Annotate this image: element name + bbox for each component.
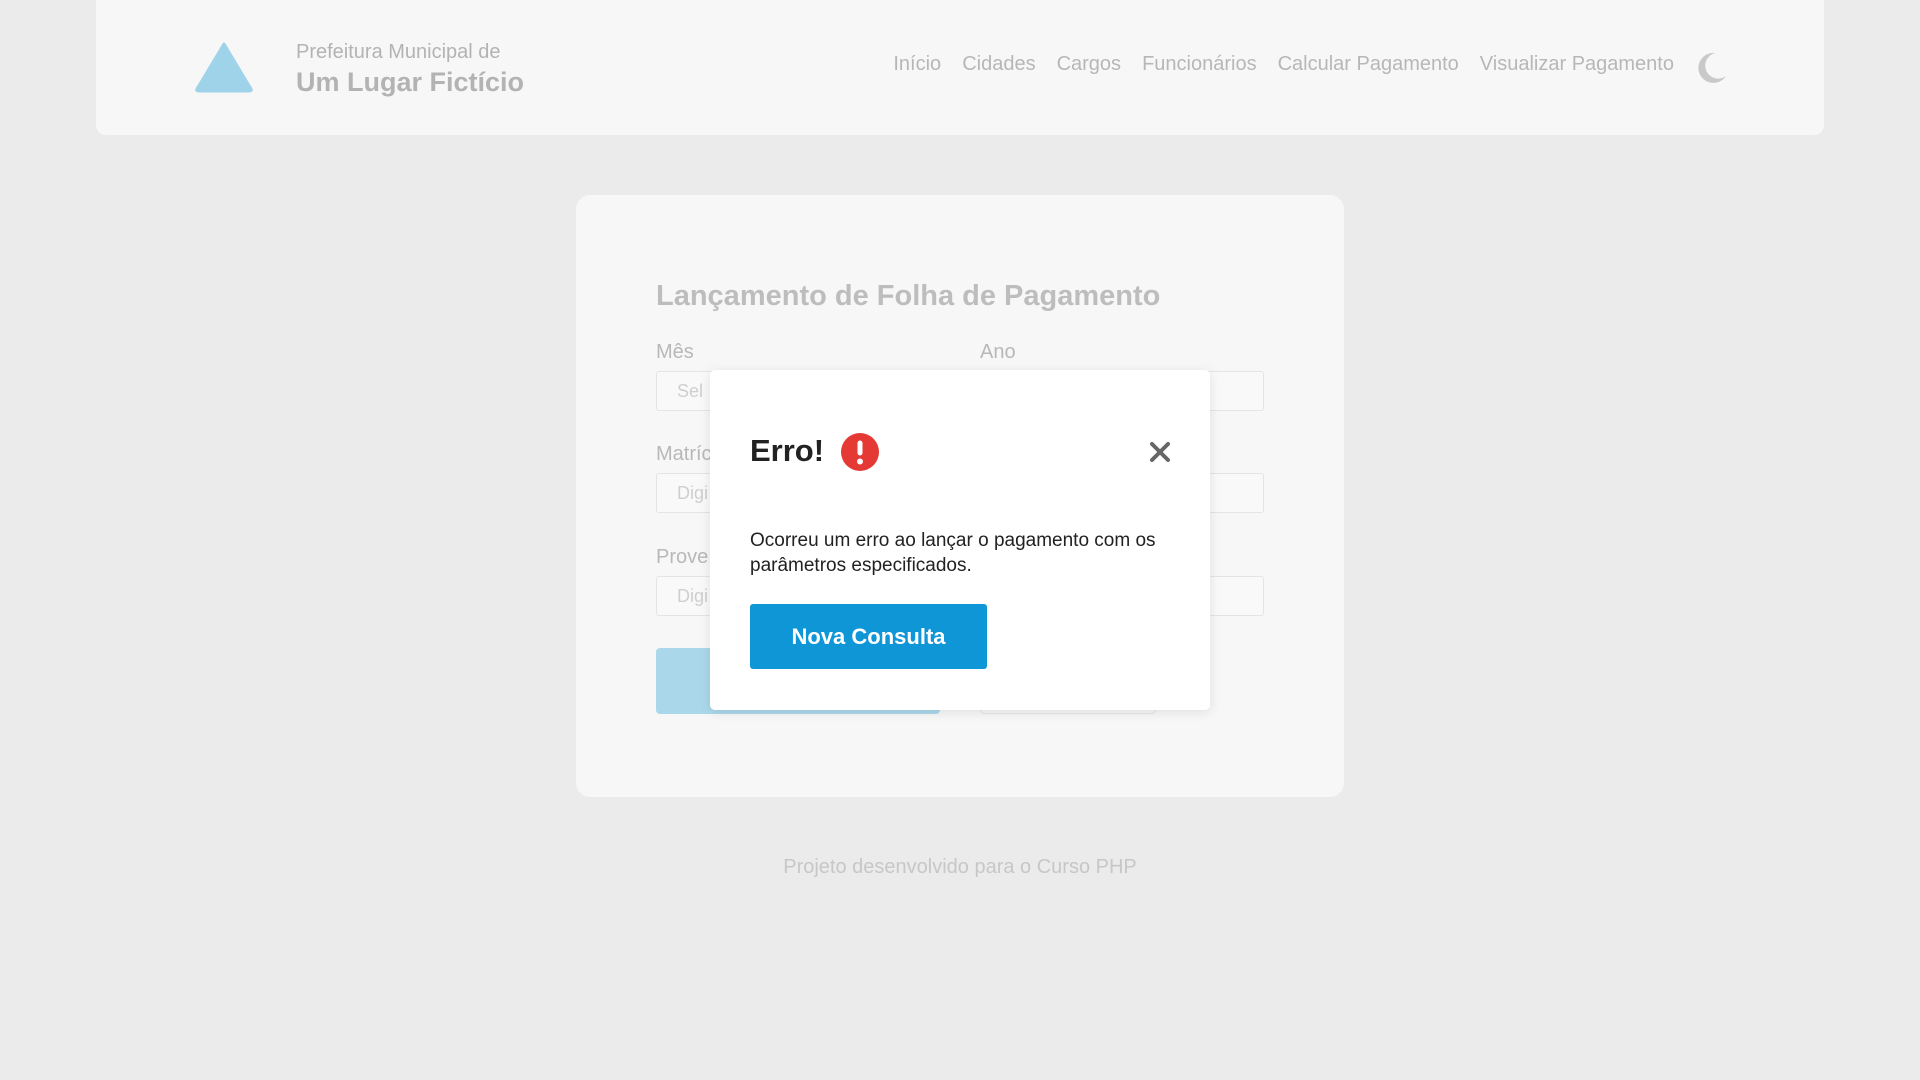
month-label: Mês — [656, 341, 694, 363]
moon-icon[interactable] — [1694, 51, 1728, 85]
error-modal: Erro! Ocorreu um erro ao lançar o pagame… — [710, 370, 1210, 710]
main-nav: Início Cidades Cargos Funcionários Calcu… — [893, 50, 1674, 78]
registration-label: Matríc — [656, 443, 712, 465]
page: Prefeitura Municipal de Um Lugar Fictíci… — [0, 0, 1920, 1080]
close-icon[interactable] — [1147, 439, 1173, 465]
triangle-logo-icon[interactable] — [194, 41, 254, 93]
error-message: Ocorreu um erro ao lançar o pagamento co… — [750, 530, 1156, 576]
brand-title: Um Lugar Fictício — [296, 67, 525, 97]
nav-cargos[interactable]: Cargos — [1057, 50, 1121, 78]
page-title: Lançamento de Folha de Pagamento — [656, 280, 1161, 312]
exclamation-icon — [841, 433, 879, 471]
modal-title: Erro! — [750, 433, 825, 468]
nav-cidades[interactable]: Cidades — [962, 50, 1035, 78]
new-query-button[interactable]: Nova Consulta — [750, 604, 987, 669]
nav-calcular-pagamento[interactable]: Calcular Pagamento — [1278, 50, 1459, 78]
nav-funcionarios[interactable]: Funcionários — [1142, 50, 1257, 78]
footer-text: Projeto desenvolvido para o Curso PHP — [783, 856, 1137, 878]
site-header: Prefeitura Municipal de Um Lugar Fictíci… — [96, 0, 1824, 135]
year-label: Ano — [980, 341, 1016, 363]
earnings-label: Prove — [656, 546, 709, 568]
nav-inicio[interactable]: Início — [893, 50, 941, 78]
nav-visualizar-pagamento[interactable]: Visualizar Pagamento — [1480, 50, 1674, 78]
brand[interactable]: Prefeitura Municipal de Um Lugar Fictíci… — [296, 40, 524, 98]
brand-subtitle: Prefeitura Municipal de — [296, 41, 501, 63]
